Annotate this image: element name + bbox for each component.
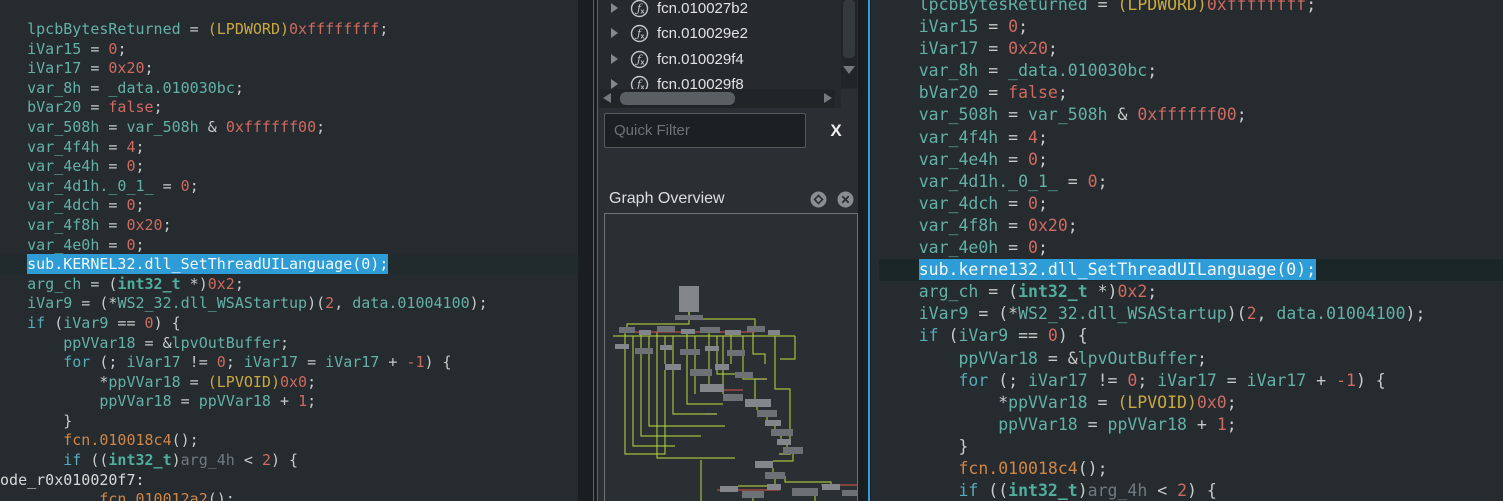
decompiler-pane-right: lpcbBytesReturned = (LPDWORD)0xffffffff;… bbox=[871, 0, 1503, 501]
code-line[interactable]: var_8h = _data.010030bc; bbox=[879, 60, 1503, 82]
expand-arrow-icon[interactable] bbox=[611, 28, 618, 38]
expand-arrow-icon[interactable] bbox=[611, 79, 618, 89]
code-line[interactable]: } bbox=[0, 412, 578, 432]
expand-arrow-icon[interactable] bbox=[611, 3, 618, 13]
svg-text:x: x bbox=[641, 8, 645, 15]
code-line[interactable]: iVar9 = (*WS2_32.dll_WSAStartup)(2, data… bbox=[0, 294, 578, 314]
code-line[interactable]: *ppVVar18 = (LPVOID)0x0; bbox=[879, 392, 1503, 414]
code-line[interactable]: iVar17 = 0x20; bbox=[0, 59, 578, 79]
code-line[interactable]: fcn.010018c4(); bbox=[879, 458, 1503, 480]
clear-filter-button[interactable]: X bbox=[825, 119, 847, 143]
vertical-scrollbar-thumb[interactable] bbox=[843, 0, 855, 58]
reverse-engineering-workspace: lpcbBytesReturned = (LPDWORD)0xffffffff;… bbox=[0, 0, 1503, 501]
code-line[interactable]: var_4e0h = 0; bbox=[879, 237, 1503, 259]
code-line[interactable]: var_4f4h = 4; bbox=[0, 138, 578, 158]
graph-overview-canvas[interactable] bbox=[604, 213, 858, 501]
code-line[interactable]: var_4d1h._0_1_ = 0; bbox=[879, 171, 1503, 193]
code-line[interactable]: for (; iVar17 != 0; iVar17 = iVar17 + -1… bbox=[0, 353, 578, 373]
code-line[interactable]: lpcbBytesReturned = (LPDWORD)0xffffffff; bbox=[879, 0, 1503, 16]
code-line[interactable]: ppVVar18 = &lpvOutBuffer; bbox=[0, 334, 578, 354]
code-line[interactable]: var_4e0h = 0; bbox=[0, 236, 578, 256]
code-line[interactable]: var_4e4h = 0; bbox=[879, 149, 1503, 171]
side-panel: ƒxfcn.010027b2ƒxfcn.010029e2ƒxfcn.010029… bbox=[598, 0, 858, 501]
code-line[interactable]: ppVVar18 = ppVVar18 + 1; bbox=[0, 392, 578, 412]
svg-text:x: x bbox=[641, 59, 645, 66]
expand-arrow-icon[interactable] bbox=[611, 54, 618, 64]
decompiled-code-right: lpcbBytesReturned = (LPDWORD)0xffffffff;… bbox=[879, 0, 1503, 501]
focused-pane-border[interactable] bbox=[868, 0, 870, 501]
horizontal-scrollbar-thumb[interactable] bbox=[620, 92, 735, 105]
code-line[interactable]: var_508h = var_508h & 0xffffff00; bbox=[0, 118, 578, 138]
code-line[interactable]: var_4f8h = 0x20; bbox=[879, 215, 1503, 237]
code-line[interactable]: var_4f4h = 4; bbox=[879, 127, 1503, 149]
scrollbar-corner bbox=[841, 89, 858, 108]
code-line[interactable]: if ((int32_t)arg_4h < 2) { bbox=[0, 451, 578, 471]
graph-overview-header: Graph Overview bbox=[598, 188, 858, 212]
quick-filter-input[interactable] bbox=[604, 113, 806, 148]
code-line[interactable]: iVar15 = 0; bbox=[0, 40, 578, 60]
code-line[interactable]: for (; iVar17 != 0; iVar17 = iVar17 + -1… bbox=[879, 370, 1503, 392]
code-line[interactable]: var_4dch = 0; bbox=[879, 193, 1503, 215]
code-line[interactable]: if (iVar9 == 0) { bbox=[879, 325, 1503, 347]
code-line[interactable]: fcn.010012a2(); bbox=[0, 490, 578, 501]
horizontal-scrollbar[interactable] bbox=[600, 89, 835, 108]
code-line[interactable]: arg_ch = (int32_t *)0x2; bbox=[0, 275, 578, 295]
scroll-down-arrow-icon[interactable] bbox=[843, 66, 855, 74]
code-line[interactable]: bVar20 = false; bbox=[0, 98, 578, 118]
code-line[interactable]: lpcbBytesReturned = (LPDWORD)0xffffffff; bbox=[0, 20, 578, 40]
decompiled-code-left: lpcbBytesReturned = (LPDWORD)0xffffffff;… bbox=[0, 20, 578, 501]
code-line[interactable]: sub.kerne132.dll_SetThreadUILanguage(0); bbox=[879, 259, 1503, 281]
splitter-line[interactable] bbox=[593, 0, 594, 501]
undock-icon[interactable] bbox=[810, 191, 827, 208]
function-icon: ƒx bbox=[630, 24, 649, 43]
code-line[interactable]: } bbox=[879, 436, 1503, 458]
function-list-item[interactable]: ƒxfcn.010027b2 bbox=[598, 0, 858, 21]
vertical-scrollbar[interactable] bbox=[841, 0, 857, 88]
code-line[interactable]: var_4dch = 0; bbox=[0, 196, 578, 216]
code-line[interactable]: arg_ch = (int32_t *)0x2; bbox=[879, 281, 1503, 303]
code-line[interactable]: ppVVar18 = ppVVar18 + 1; bbox=[879, 414, 1503, 436]
code-line[interactable]: var_4f8h = 0x20; bbox=[0, 216, 578, 236]
svg-text:x: x bbox=[641, 33, 645, 40]
code-line[interactable]: var_8h = _data.010030bc; bbox=[0, 79, 578, 99]
function-list-item[interactable]: ƒxfcn.010029e2 bbox=[598, 20, 858, 46]
function-list-item[interactable]: ƒxfcn.010029f4 bbox=[598, 46, 858, 72]
code-line[interactable]: bVar20 = false; bbox=[879, 82, 1503, 104]
code-line[interactable]: fcn.010018c4(); bbox=[0, 431, 578, 451]
code-line[interactable]: var_4e4h = 0; bbox=[0, 157, 578, 177]
code-line[interactable]: var_4d1h._0_1_ = 0; bbox=[0, 177, 578, 197]
function-icon: ƒx bbox=[630, 50, 649, 69]
decompiler-pane-left: lpcbBytesReturned = (LPDWORD)0xffffffff;… bbox=[0, 0, 578, 501]
code-line[interactable]: sub.KERNEL32.dll_SetThreadUILanguage(0); bbox=[0, 255, 578, 275]
scroll-left-arrow-icon[interactable] bbox=[603, 93, 611, 103]
close-icon[interactable] bbox=[837, 191, 854, 208]
code-line[interactable]: iVar9 = (*WS2_32.dll_WSAStartup)(2, data… bbox=[879, 303, 1503, 325]
graph-overview-title: Graph Overview bbox=[609, 190, 725, 208]
code-line[interactable]: *ppVVar18 = (LPVOID)0x0; bbox=[0, 373, 578, 393]
code-line[interactable]: ppVVar18 = &lpvOutBuffer; bbox=[879, 348, 1503, 370]
code-line[interactable]: code_r0x010020f7: bbox=[0, 471, 578, 491]
scroll-right-arrow-icon[interactable] bbox=[824, 93, 832, 103]
code-line[interactable]: iVar17 = 0x20; bbox=[879, 38, 1503, 60]
code-line[interactable]: if ((int32_t)arg_4h < 2) { bbox=[879, 480, 1503, 501]
code-line[interactable]: iVar15 = 0; bbox=[879, 16, 1503, 38]
function-icon: ƒx bbox=[630, 0, 649, 18]
code-line[interactable]: var_508h = var_508h & 0xffffff00; bbox=[879, 104, 1503, 126]
code-line[interactable]: if (iVar9 == 0) { bbox=[0, 314, 578, 334]
